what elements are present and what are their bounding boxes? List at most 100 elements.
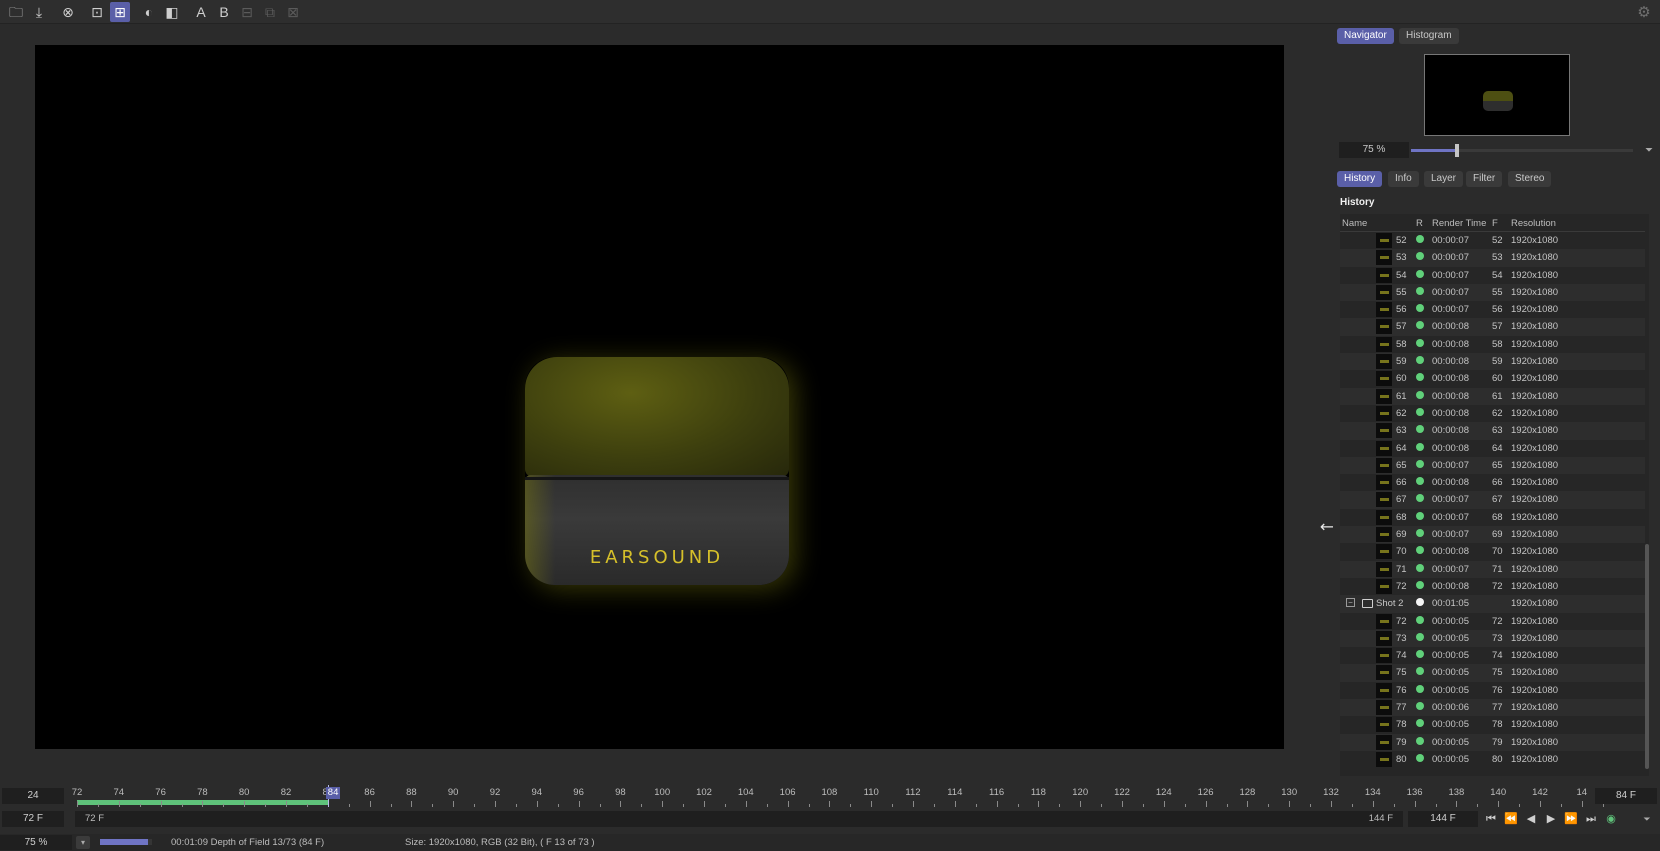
navigator-zoom-handle[interactable] <box>1455 144 1460 157</box>
timeline-menu-icon[interactable]: ⏷ <box>1640 811 1654 827</box>
navigator-thumbnail-product <box>1483 91 1513 111</box>
history-row[interactable]: 60 00:00:08 60 1920x1080 <box>1340 370 1649 387</box>
column-name[interactable]: Name <box>1342 218 1367 229</box>
tick-mark <box>1540 801 1541 807</box>
history-row[interactable]: 61 00:00:08 61 1920x1080 <box>1340 387 1649 405</box>
timeline-ruler[interactable]: 72 74 76 78 80 82 84 86 88 90 92 94 96 98 100 102 104 106… <box>72 785 1604 807</box>
history-row[interactable]: 63 00:00:08 63 1920x1080 <box>1340 422 1649 440</box>
render-viewport[interactable]: EARSOUND <box>35 45 1284 749</box>
history-row[interactable]: 66 00:00:08 66 1920x1080 <box>1340 474 1649 491</box>
history-row[interactable]: 76 00:00:05 76 1920x1080 <box>1340 682 1649 699</box>
history-row[interactable]: 58 00:00:08 58 1920x1080 <box>1340 336 1649 353</box>
settings-gear-icon[interactable]: ⚙ <box>1634 2 1654 22</box>
navigator-zoom-slider[interactable] <box>1411 144 1633 157</box>
navigator-zoom-field[interactable]: 75 % <box>1339 142 1409 158</box>
history-row[interactable]: 53 00:00:07 53 1920x1080 <box>1340 249 1649 267</box>
fps-field[interactable]: 24 <box>2 788 64 804</box>
frame-range-bar[interactable]: 72 F 144 F <box>75 811 1403 827</box>
history-row[interactable]: 68 00:00:07 68 1920x1080 <box>1340 509 1649 526</box>
history-row[interactable]: 78 00:00:05 78 1920x1080 <box>1340 716 1649 733</box>
end-frame-field[interactable]: 144 F <box>1408 811 1478 827</box>
history-row[interactable]: 74 00:00:05 74 1920x1080 <box>1340 647 1649 664</box>
play-reverse-icon[interactable]: ◀ <box>1524 811 1538 827</box>
tab-history[interactable]: History <box>1337 171 1383 187</box>
tick-mark <box>933 804 935 807</box>
history-row-frame: 74 <box>1492 650 1503 662</box>
history-row[interactable]: 54 00:00:07 54 1920x1080 <box>1340 267 1649 284</box>
status-zoom-dropdown[interactable]: ▾ <box>76 836 90 849</box>
history-row[interactable]: 79 00:00:05 79 1920x1080 <box>1340 733 1649 751</box>
playhead[interactable]: 84 <box>325 785 341 807</box>
history-scrollbar-thumb[interactable] <box>1645 544 1649 769</box>
history-row-frame: 64 <box>1492 442 1503 454</box>
tab-histogram[interactable]: Histogram <box>1399 28 1459 44</box>
history-folder-row[interactable]: − Shot 2 00:01:05 1920x1080 <box>1340 595 1649 613</box>
history-row[interactable]: 56 00:00:07 56 1920x1080 <box>1340 301 1649 318</box>
a-letter-icon[interactable]: A <box>191 2 211 22</box>
tick-mark <box>578 801 580 807</box>
history-row-time: 00:00:05 <box>1432 719 1469 731</box>
contrast-icon[interactable]: ◐ <box>139 2 159 22</box>
history-row[interactable]: 55 00:00:07 55 1920x1080 <box>1340 283 1649 302</box>
ab-compare-icon[interactable]: ◧ <box>162 2 182 22</box>
history-row[interactable]: 52 00:00:07 52 1920x1080 <box>1340 232 1649 249</box>
history-row[interactable]: 62 00:00:08 62 1920x1080 <box>1340 405 1649 422</box>
close-circle-icon[interactable]: ⊗ <box>58 2 78 22</box>
history-scrollbar[interactable] <box>1645 214 1649 776</box>
history-row[interactable]: 72 00:00:05 72 1920x1080 <box>1340 613 1649 630</box>
navigator-thumbnail[interactable] <box>1424 54 1570 136</box>
render-region-icon[interactable]: ⊡ <box>87 2 107 22</box>
skip-start-icon[interactable]: ⏮ <box>1484 811 1498 827</box>
render-active-icon[interactable]: ⊞ <box>110 1 130 22</box>
step-forward-icon[interactable]: ⏩ <box>1564 811 1578 827</box>
tab-filter[interactable]: Filter <box>1466 171 1503 187</box>
history-table: Name R Render Time F Resolution 52 00:00:… <box>1340 214 1649 776</box>
history-row[interactable]: 57 00:00:08 57 1920x1080 <box>1340 318 1649 336</box>
save-icon[interactable]: ⤓ <box>29 2 49 22</box>
history-row-name: 61 <box>1396 390 1407 402</box>
tab-info[interactable]: Info <box>1388 171 1419 187</box>
tab-layer[interactable]: Layer <box>1424 171 1464 187</box>
render-progress-fill <box>100 839 148 845</box>
tick-label: 86 <box>364 787 375 798</box>
history-row[interactable]: 80 00:00:05 80 1920x1080 <box>1340 751 1649 768</box>
history-row[interactable]: 59 00:00:08 59 1920x1080 <box>1340 353 1649 371</box>
tick-mark <box>1247 801 1249 807</box>
history-row[interactable]: 65 00:00:07 65 1920x1080 <box>1340 456 1649 475</box>
tab-navigator[interactable]: Navigator <box>1337 28 1394 44</box>
status-dot-icon <box>1416 356 1424 365</box>
history-row[interactable]: 77 00:00:06 77 1920x1080 <box>1340 699 1649 717</box>
status-zoom-field[interactable]: 75 % <box>0 835 72 850</box>
history-row[interactable]: 64 00:00:08 64 1920x1080 <box>1340 440 1649 457</box>
status-dot-icon <box>1416 650 1424 659</box>
history-row[interactable]: 71 00:00:07 71 1920x1080 <box>1340 560 1649 578</box>
frame-thumbnail <box>1376 734 1392 750</box>
tick-mark <box>1268 804 1270 807</box>
history-row[interactable]: 67 00:00:07 67 1920x1080 <box>1340 491 1649 509</box>
column-render-time[interactable]: Render Time <box>1432 218 1486 229</box>
history-row[interactable]: 70 00:00:08 70 1920x1080 <box>1340 543 1649 560</box>
history-row[interactable]: 75 00:00:05 75 1920x1080 <box>1340 664 1649 682</box>
play-icon[interactable]: ▶ <box>1544 811 1558 827</box>
record-icon[interactable]: ◉ <box>1604 811 1618 827</box>
current-frame-field[interactable]: 84 F <box>1595 788 1657 804</box>
tab-stereo[interactable]: Stereo <box>1508 171 1552 187</box>
history-row[interactable]: 72 00:00:08 72 1920x1080 <box>1340 578 1649 595</box>
export-icon[interactable]: ⊠ <box>283 2 303 22</box>
history-row[interactable]: 73 00:00:05 73 1920x1080 <box>1340 629 1649 648</box>
skip-end-icon[interactable]: ⏭ <box>1584 811 1598 827</box>
b-letter-icon[interactable]: B <box>214 2 234 22</box>
history-row-resolution: 1920x1080 <box>1511 321 1559 333</box>
column-r[interactable]: R <box>1416 218 1423 229</box>
history-row[interactable]: 69 00:00:07 69 1920x1080 <box>1340 526 1649 544</box>
collapse-toggle-icon[interactable]: − <box>1346 598 1355 608</box>
column-resolution[interactable]: Resolution <box>1511 218 1556 229</box>
open-folder-icon[interactable]: 🗀 <box>6 2 26 22</box>
split-view-icon[interactable]: ⊟ <box>237 2 257 22</box>
step-back-icon[interactable]: ⏪ <box>1504 811 1518 827</box>
start-frame-field[interactable]: 72 F <box>2 811 64 827</box>
tick-mark <box>850 804 852 807</box>
navigator-menu-icon[interactable]: ⏷ <box>1645 145 1653 156</box>
column-f[interactable]: F <box>1492 218 1498 229</box>
layer-copy-icon[interactable]: ⧉ <box>260 2 280 22</box>
